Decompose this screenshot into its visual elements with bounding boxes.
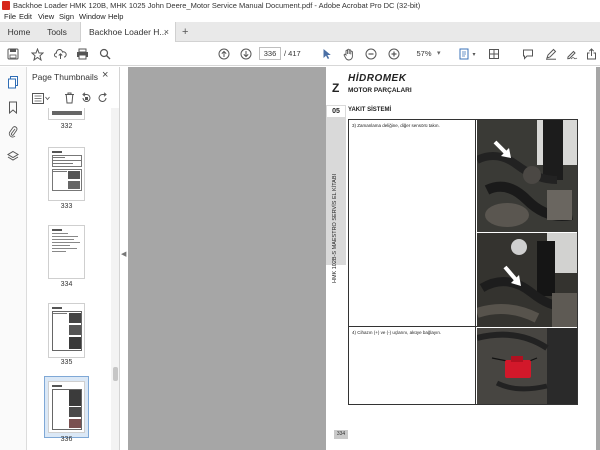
tab-document-label: Backhoe Loader H... [89,27,167,37]
subsection-title: YAKIT SİSTEMİ [348,107,392,113]
step-4-text: 4) Cihazın (+) ve (-) uçlarını, aküye ba… [352,330,442,335]
tab-bar: Home Tools Backhoe Loader H... × + [0,22,600,43]
new-tab-icon[interactable]: + [182,22,188,42]
rotate-counterclockwise-icon[interactable] [79,91,93,105]
zoom-level-input[interactable]: 57% [412,47,436,60]
page-fit-dropdown-icon[interactable]: ▾ [470,46,478,62]
engine-photo-2 [477,233,577,327]
tab-close-icon[interactable]: × [164,22,169,42]
thumbnail-label-336: 336 [60,436,73,443]
thumbnail-scrollbar-thumb[interactable] [113,367,118,381]
menu-sign[interactable]: Sign [59,11,74,22]
zoom-dropdown-icon[interactable]: ▾ [437,47,441,60]
pdf-page: HİDROMEK Z MOTOR PARÇALARI 05 HMK 102B-S… [326,67,596,450]
page-number-input[interactable]: 336 [259,47,281,60]
thumbnail-list: 332 333 334 335 336 [27,108,111,450]
layers-nav-icon[interactable] [6,149,20,163]
next-page-icon[interactable] [238,46,254,62]
menu-file[interactable]: File [4,11,16,22]
section-number: 05 [327,106,345,117]
window-title: Backhoe Loader HMK 120B, MHK 1025 John D… [13,1,421,10]
brand-logo: HİDROMEK [348,73,407,84]
document-canvas: HİDROMEK Z MOTOR PARÇALARI 05 HMK 102B-S… [128,67,600,450]
title-bar: Backhoe Loader HMK 120B, MHK 1025 John D… [0,0,600,11]
panel-close-icon[interactable]: × [102,69,108,81]
sign-icon[interactable] [564,46,580,62]
chapter-letter: Z [332,81,340,95]
delete-pages-icon[interactable] [62,91,76,105]
page-number: 334 [334,430,348,439]
step-3-text: 3) Zamanlama deliğine, diğer sensörü tak… [352,123,440,128]
menu-help[interactable]: Help [108,11,123,22]
device-photo [477,328,577,404]
section-title: MOTOR PARÇALARI [348,87,412,94]
panel-title: Page Thumbnails [32,72,98,82]
tab-document[interactable]: Backhoe Loader H... × [80,22,176,43]
scroll-mode-icon[interactable] [486,46,502,62]
bookmarks-nav-icon[interactable] [6,100,20,114]
engine-photo-1 [477,120,577,232]
procedure-table: 3) Zamanlama deliğine, diğer sensörü tak… [348,119,578,405]
thumbnail-options-icon[interactable] [31,91,51,105]
collapse-panel-icon[interactable]: ◀ [121,250,126,258]
menu-edit[interactable]: Edit [19,11,32,22]
thumbnail-page-333[interactable] [48,147,85,201]
page-total-label: / 417 [284,49,301,58]
thumbnail-label-335: 335 [60,359,73,366]
thumbnail-label-333: 333 [60,203,73,210]
print-icon[interactable] [74,46,90,62]
page-thumbnails-nav-icon[interactable] [6,75,20,89]
thumbnail-page-334[interactable] [48,225,85,279]
comment-icon[interactable] [520,46,536,62]
bookmark-star-icon[interactable] [29,46,45,62]
menu-view[interactable]: View [38,11,54,22]
highlight-pen-icon[interactable] [543,46,559,62]
rotate-clockwise-icon[interactable] [96,91,110,105]
tab-tools[interactable]: Tools [38,22,76,42]
thumbnail-page-336[interactable] [48,381,85,433]
table-divider [475,120,476,404]
share-icon[interactable] [584,46,598,62]
page-thumbnails-panel: Page Thumbnails × 332 333 334 335 336 [27,67,120,450]
zoom-in-icon[interactable] [386,46,402,62]
acrobat-window: Backhoe Loader HMK 120B, MHK 1025 John D… [0,0,600,450]
upload-cloud-icon[interactable] [52,46,68,62]
panel-toolbar [27,89,120,107]
save-icon[interactable] [5,46,21,62]
acrobat-logo-icon [2,1,10,10]
search-icon[interactable] [97,46,113,62]
previous-page-icon[interactable] [216,46,232,62]
select-cursor-icon[interactable] [319,46,335,62]
thumbnail-label-334: 334 [60,281,73,288]
thumbnail-page-335[interactable] [48,303,85,358]
side-tab-text: HMK 102B-S MAESTRO SERVİS EL KİTABI [332,173,338,283]
thumbnail-page-332[interactable] [48,108,85,120]
attachments-nav-icon[interactable] [6,124,20,138]
side-tab: 05 HMK 102B-S MAESTRO SERVİS EL KİTABI [326,105,346,283]
navigation-rail [0,67,27,450]
menu-window[interactable]: Window [79,11,106,22]
thumbnail-label-332: 332 [60,123,73,130]
thumbnail-scrollbar[interactable] [111,108,119,450]
tab-home[interactable]: Home [0,22,38,42]
menu-bar: File Edit View Sign Window Help [0,11,600,22]
zoom-out-icon[interactable] [363,46,379,62]
hand-tool-icon[interactable] [341,46,357,62]
